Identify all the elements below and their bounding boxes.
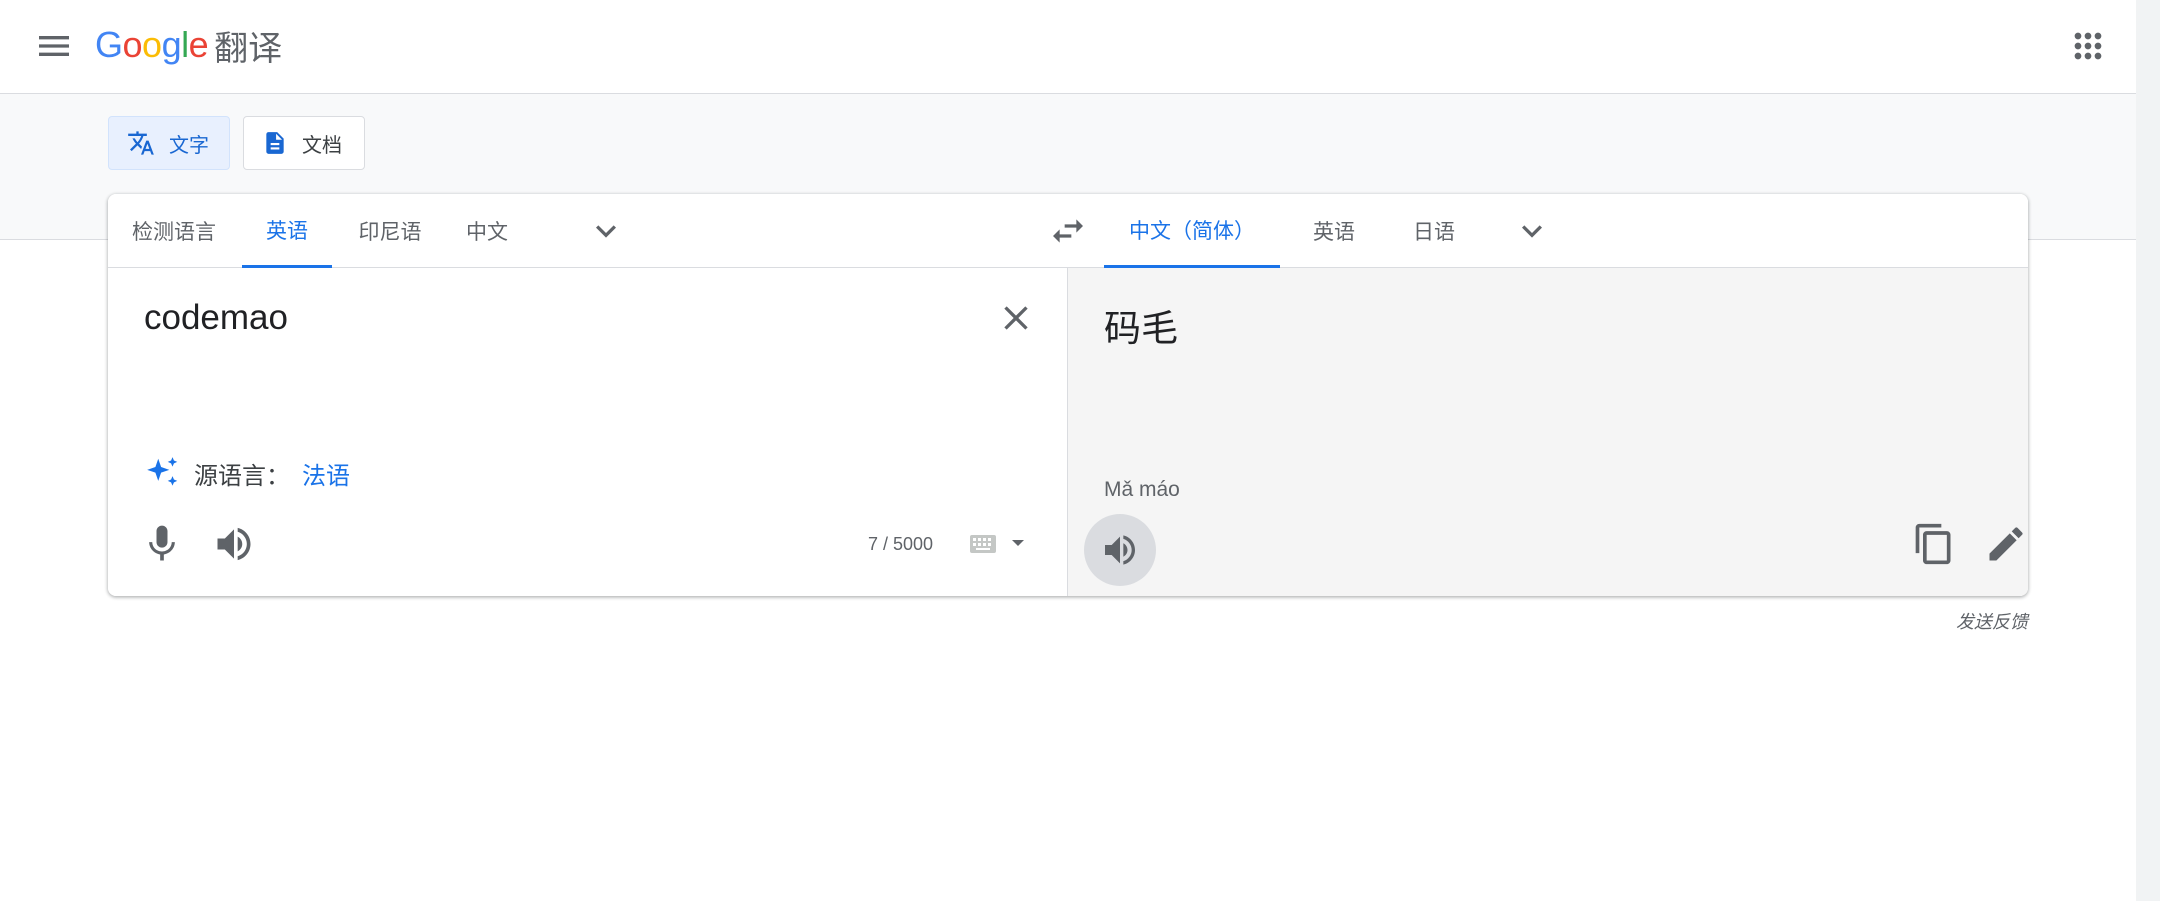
hamburger-icon (39, 36, 69, 56)
tab-source-english[interactable]: 英语 (242, 194, 332, 268)
pencil-icon (1989, 527, 2023, 561)
documents-mode-label: 文档 (302, 132, 342, 157)
google-wordmark: Google (95, 24, 209, 66)
detected-language-row: 源语言： 法语 (144, 454, 350, 492)
logo-letter: e (188, 24, 209, 65)
source-pane: codemao 源语言： 法语 7 / 5000 (108, 268, 1067, 596)
input-tools-button[interactable] (968, 528, 1038, 560)
target-language-dropdown[interactable] (1512, 211, 1552, 251)
tab-target-english[interactable]: 英语 (1290, 194, 1378, 268)
tab-target-chinese-simplified[interactable]: 中文（简体） (1104, 194, 1280, 268)
microphone-icon (149, 525, 175, 561)
transliteration: Mǎ máo (1104, 478, 1180, 501)
clear-source-button[interactable] (996, 298, 1036, 338)
voice-input-button[interactable] (140, 522, 184, 566)
swap-languages-button[interactable] (1048, 211, 1088, 251)
logo-letter: G (95, 24, 123, 65)
app-header: Google 翻译 (0, 0, 2136, 94)
text-mode-label: 文字 (169, 132, 209, 157)
swap-arrows-icon (1053, 219, 1083, 243)
speaker-icon (217, 527, 251, 561)
google-translate-logo[interactable]: Google 翻译 (95, 20, 282, 70)
detected-language-label: 源语言： (194, 461, 290, 490)
character-count: 7 / 5000 (868, 534, 934, 554)
send-feedback-link[interactable]: 发送反馈 (1956, 608, 2028, 634)
logo-letter: l (181, 24, 189, 65)
chevron-down-icon (596, 225, 616, 238)
main-menu-button[interactable] (34, 26, 74, 66)
source-language-dropdown[interactable] (586, 211, 626, 251)
product-name: 翻译 (214, 28, 283, 69)
translated-text: 码毛 (1104, 307, 1178, 350)
tab-detect-language[interactable]: 检测语言 (108, 194, 240, 268)
scrollbar-track[interactable] (2136, 0, 2160, 901)
tab-source-chinese[interactable]: 中文 (452, 194, 522, 268)
apps-grid-icon (2074, 32, 2102, 60)
chevron-down-icon (1522, 225, 1542, 238)
close-icon (1004, 306, 1028, 330)
detected-language-link[interactable]: 法语 (302, 456, 350, 491)
text-mode-button[interactable]: 文字 (108, 116, 230, 170)
translate-icon (128, 131, 154, 155)
document-icon (266, 132, 284, 154)
logo-letter: o (122, 24, 143, 65)
tab-target-japanese[interactable]: 日语 (1390, 194, 1478, 268)
language-bar: 检测语言 英语 印尼语 中文 中文（简体） 英语 日语 (108, 194, 2028, 268)
sparkle-icon (147, 457, 178, 486)
google-apps-button[interactable] (2068, 26, 2108, 66)
tab-source-indonesian[interactable]: 印尼语 (340, 194, 440, 268)
speaker-icon (1105, 535, 1135, 565)
copy-icon (1915, 523, 1951, 565)
source-text-input[interactable]: codemao (144, 298, 288, 338)
listen-source-button[interactable] (212, 522, 256, 566)
keyboard-icon (970, 535, 1024, 553)
logo-letter: o (142, 24, 162, 65)
logo-letter: g (161, 24, 182, 65)
listen-translation-button[interactable] (1084, 514, 1156, 586)
documents-mode-button[interactable]: 文档 (243, 116, 365, 170)
translation-card: 检测语言 英语 印尼语 中文 中文（简体） 英语 日语 codemao 源语言：… (108, 194, 2028, 596)
copy-translation-button[interactable] (1912, 522, 1956, 566)
target-pane: 码毛 Mǎ máo (1067, 268, 2028, 596)
suggest-edit-button[interactable] (1984, 522, 2028, 566)
